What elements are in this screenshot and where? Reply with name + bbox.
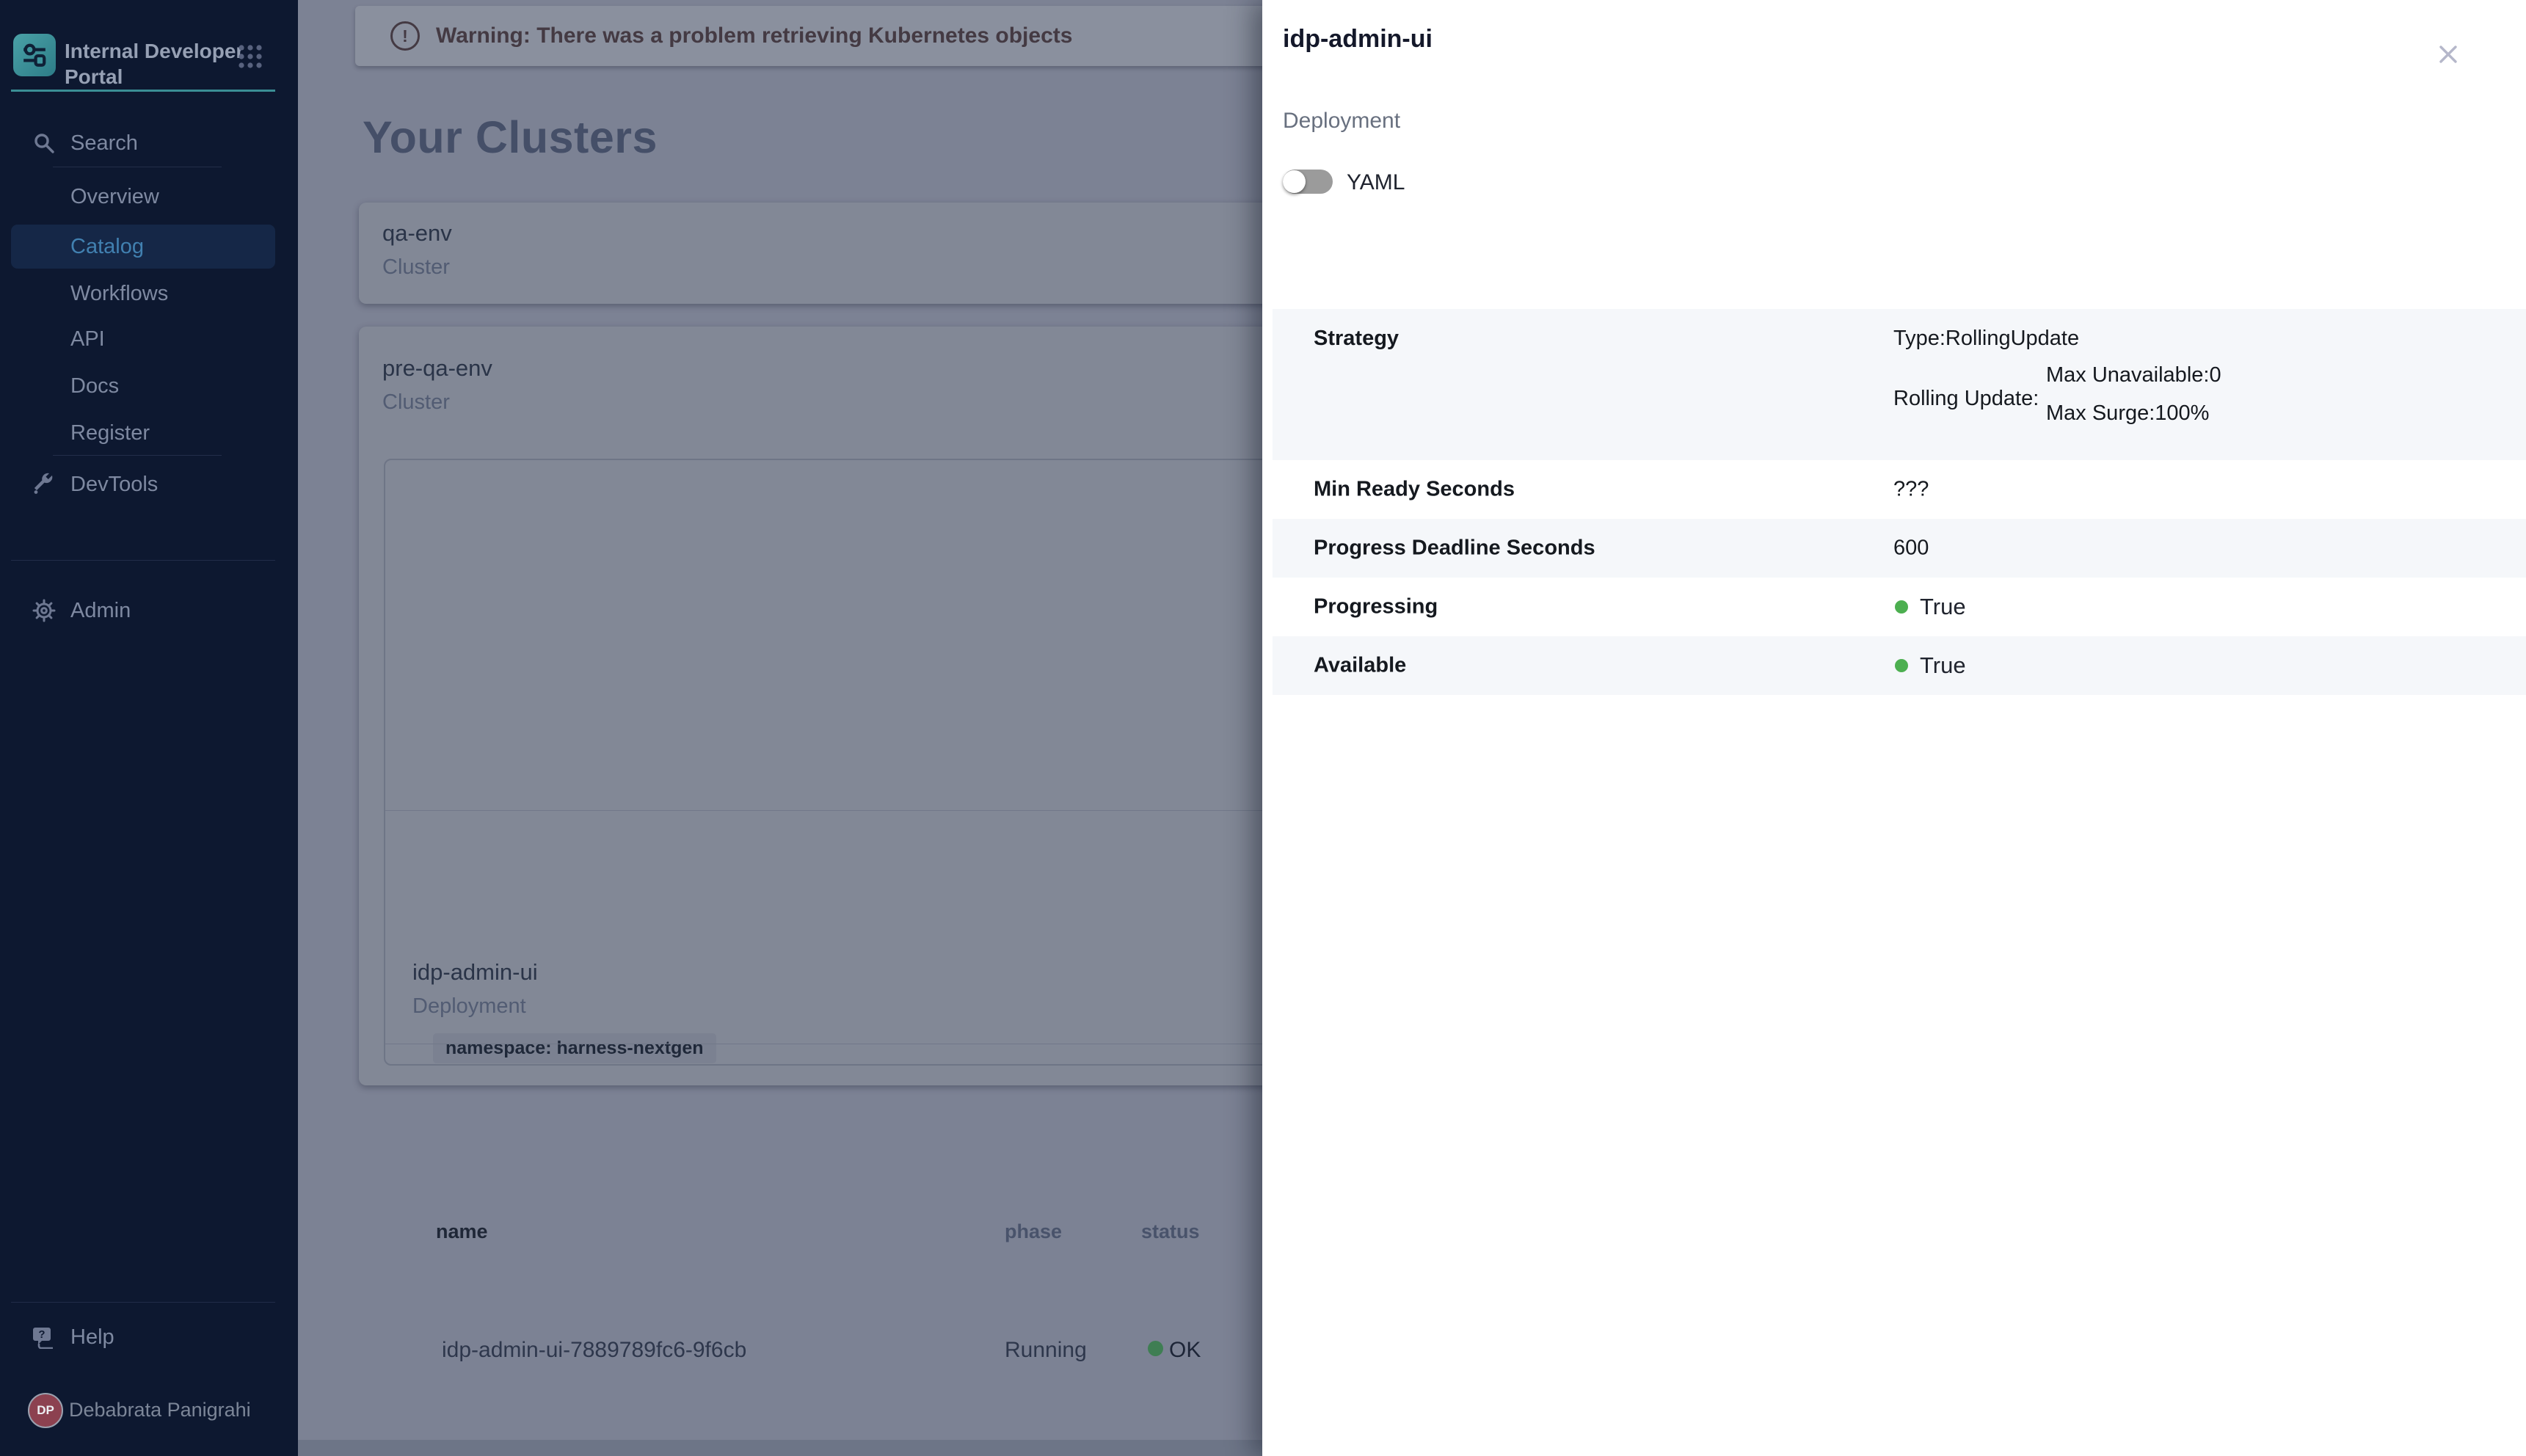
- sidebar-item-devtools[interactable]: DevTools: [0, 462, 298, 506]
- status-dot-green: [1895, 600, 1908, 614]
- pod-name-cell: idp-admin-ui-7889789fc6-9f6cb: [442, 1338, 746, 1363]
- sidebar-item-admin[interactable]: Admin: [0, 589, 298, 633]
- status-dot-green: [1895, 659, 1908, 672]
- sidebar-item-api[interactable]: API: [0, 317, 298, 361]
- sidebar-divider: [11, 560, 275, 561]
- page-title: Your Clusters: [363, 112, 658, 163]
- svg-text:?: ?: [38, 1328, 45, 1341]
- sidebar-divider: [11, 1302, 275, 1303]
- sidebar-item-label: Register: [70, 421, 150, 445]
- sidebar-item-label: Docs: [70, 374, 119, 398]
- detail-row-available: Available True: [1273, 636, 2526, 695]
- drawer-subtitle: Deployment: [1283, 109, 1400, 134]
- brand-title: Internal Developer Portal: [65, 38, 248, 90]
- sidebar-item-catalog[interactable]: Catalog: [0, 225, 298, 269]
- cluster-kind: Cluster: [382, 390, 450, 415]
- brand-accent-rule: [11, 90, 275, 92]
- warning-text: Warning: There was a problem retrieving …: [436, 23, 1072, 48]
- sidebar-item-label: DevTools: [70, 473, 158, 497]
- column-header-name: name: [436, 1220, 488, 1243]
- detail-row-min-ready-seconds: Min Ready Seconds ???: [1273, 460, 2526, 519]
- main-content-dimmed: ! Warning: There was a problem retrievin…: [298, 0, 1262, 1456]
- user-name[interactable]: Debabrata Panigrahi: [69, 1399, 251, 1422]
- sliders-logo-glyph: [21, 42, 48, 68]
- row-label: Strategy: [1314, 327, 1399, 351]
- detail-row-progressing: Progressing True: [1273, 578, 2526, 636]
- max-unavailable-value: Max Unavailable:0: [2046, 363, 2221, 387]
- close-icon[interactable]: [2431, 37, 2466, 72]
- namespace-chip: namespace: harness-nextgen: [433, 1033, 716, 1063]
- search-icon: [32, 131, 56, 155]
- rolling-update-label: Rolling Update:: [1893, 387, 2039, 411]
- row-label: Progress Deadline Seconds: [1314, 536, 1595, 561]
- detail-row-progress-deadline-seconds: Progress Deadline Seconds 600: [1273, 519, 2526, 578]
- warning-banner: ! Warning: There was a problem retrievin…: [355, 6, 1262, 66]
- detail-row-strategy: Strategy Type:RollingUpdate Rolling Upda…: [1273, 309, 2526, 460]
- drawer-title: idp-admin-ui: [1283, 25, 1433, 54]
- brand-logo-icon[interactable]: [13, 34, 56, 76]
- avatar-initials: DP: [37, 1403, 54, 1418]
- sidebar-item-workflows[interactable]: Workflows: [0, 272, 298, 316]
- help-chat-icon: ?: [32, 1325, 56, 1349]
- column-header-status: status: [1141, 1220, 1200, 1243]
- workload-kind: Deployment: [412, 994, 526, 1019]
- row-value: True: [1920, 652, 1966, 679]
- table-header-divider: [385, 810, 1262, 811]
- workload-card-idp-admin-ui[interactable]: idp-admin-ui Deployment namespace: harne…: [384, 459, 1262, 1066]
- toggle-knob: [1283, 170, 1306, 193]
- sidebar-item-overview[interactable]: Overview: [0, 175, 298, 219]
- cluster-name: qa-env: [382, 220, 452, 247]
- sidebar-item-label: Search: [70, 131, 138, 156]
- pod-status-cell: OK: [1169, 1338, 1201, 1363]
- bottom-scroll-strip[interactable]: [298, 1440, 1262, 1456]
- max-surge-value: Max Surge:100%: [2046, 401, 2209, 426]
- sidebar-item-label: API: [70, 327, 105, 352]
- sidebar-item-search[interactable]: Search: [0, 121, 298, 165]
- row-value: 600: [1893, 536, 1929, 561]
- row-label: Available: [1314, 654, 1406, 678]
- gear-icon: [32, 599, 56, 622]
- pod-phase-cell: Running: [1005, 1338, 1087, 1363]
- row-value: ???: [1893, 478, 1929, 502]
- sidebar-item-docs[interactable]: Docs: [0, 364, 298, 408]
- sidebar-item-label: Admin: [70, 599, 131, 623]
- details-drawer: idp-admin-ui Deployment YAML Strategy Ty…: [1262, 0, 2526, 1456]
- yaml-toggle-label: YAML: [1347, 170, 1405, 195]
- sidebar-item-label: Catalog: [70, 235, 144, 259]
- sidebar-item-label: Workflows: [70, 282, 168, 306]
- cluster-name: pre-qa-env: [382, 355, 492, 382]
- sidebar-item-register[interactable]: Register: [0, 411, 298, 455]
- sidebar-item-label: Help: [70, 1325, 114, 1350]
- apps-grid-icon[interactable]: [236, 43, 264, 70]
- wrench-icon: [32, 473, 56, 496]
- row-label: Progressing: [1314, 595, 1438, 619]
- sidebar-item-label: Overview: [70, 185, 159, 209]
- app-root: Internal Developer Portal Search Overvie…: [0, 0, 2526, 1456]
- cluster-kind: Cluster: [382, 255, 450, 280]
- yaml-toggle[interactable]: [1283, 170, 1333, 194]
- sidebar: Internal Developer Portal Search Overvie…: [0, 0, 298, 1456]
- row-label: Min Ready Seconds: [1314, 478, 1515, 502]
- status-dot-green: [1148, 1341, 1163, 1356]
- avatar[interactable]: DP: [28, 1393, 63, 1428]
- row-value: True: [1920, 594, 1966, 620]
- workload-name: idp-admin-ui: [412, 959, 538, 986]
- strategy-type-value: Type:RollingUpdate: [1893, 327, 2079, 351]
- sidebar-divider: [53, 455, 222, 456]
- column-header-phase: phase: [1005, 1220, 1062, 1243]
- sidebar-item-help[interactable]: ? Help: [0, 1315, 298, 1359]
- cluster-card-qa-env[interactable]: qa-env Cluster: [359, 203, 1262, 304]
- warning-icon: !: [390, 21, 420, 51]
